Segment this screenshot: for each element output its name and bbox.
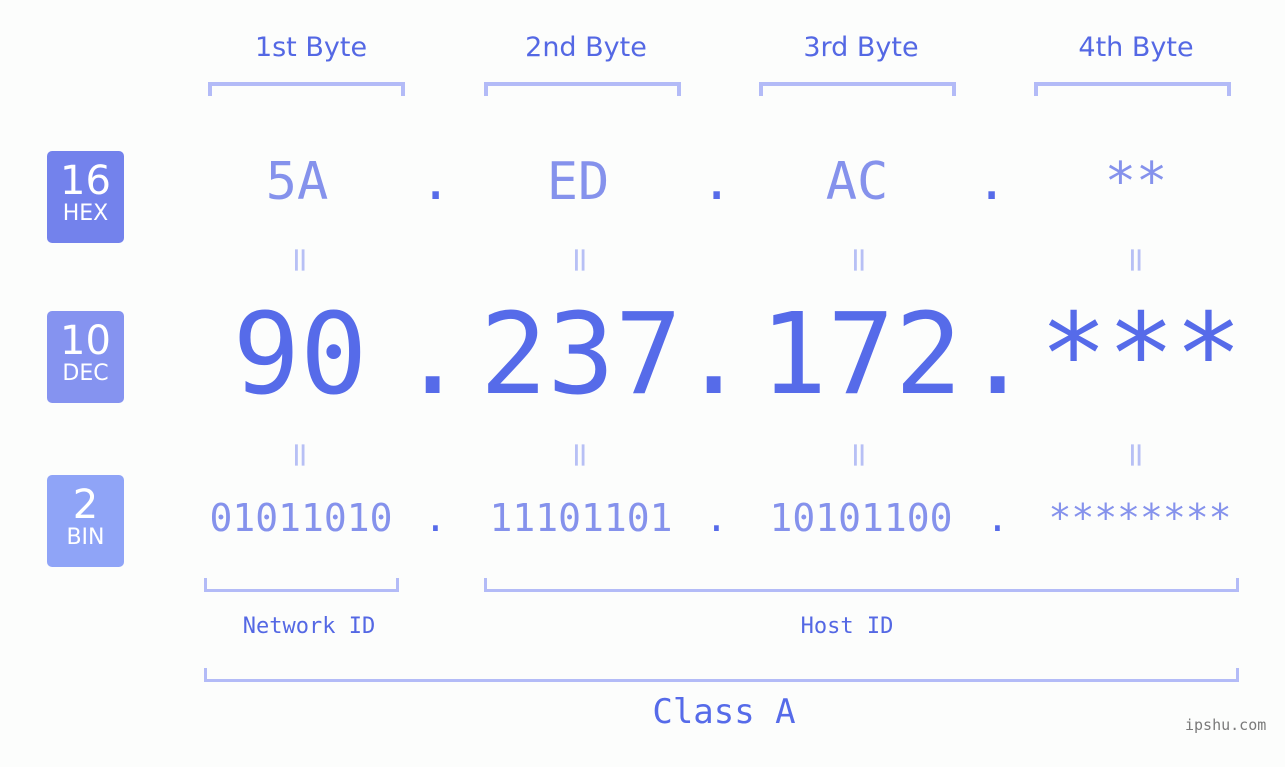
bin-badge: 2 BIN [47, 475, 124, 567]
bin-badge-unit: BIN [66, 525, 105, 550]
dec-separator-2: . [680, 290, 748, 420]
dec-badge-base: 10 [60, 318, 111, 364]
dec-byte-1: 90 [232, 290, 368, 420]
class-bracket [204, 668, 1239, 682]
bin-separator-3: . [986, 496, 1009, 540]
dec-byte-3: 172 [759, 290, 963, 420]
hex-byte-3: AC [825, 152, 889, 212]
equals-icon: = [1116, 245, 1156, 275]
byte-header-3: 3rd Byte [803, 32, 919, 63]
bin-badge-base: 2 [72, 482, 99, 528]
bin-byte-2: 11101101 [489, 496, 673, 540]
hex-separator-1: . [420, 152, 452, 212]
dec-byte-2: 237 [479, 290, 683, 420]
bin-separator-2: . [705, 496, 728, 540]
dec-separator-1: . [399, 290, 467, 420]
byte-header-4: 4th Byte [1078, 32, 1194, 63]
bin-separator-1: . [424, 496, 447, 540]
hex-badge-base: 16 [60, 158, 111, 204]
class-label: Class A [652, 692, 796, 732]
byte-bracket-2 [484, 82, 681, 96]
host-id-bracket [484, 578, 1239, 592]
dec-separator-3: . [964, 290, 1032, 420]
dec-byte-4: *** [1039, 290, 1243, 420]
watermark: ipshu.com [1185, 716, 1267, 734]
network-id-bracket [204, 578, 399, 592]
dec-badge-unit: DEC [62, 361, 109, 386]
byte-header-1: 1st Byte [254, 32, 368, 63]
hex-byte-2: ED [546, 152, 610, 212]
equals-icon: = [1116, 440, 1156, 470]
hex-byte-4: ** [1104, 152, 1168, 212]
bin-byte-3: 10101100 [769, 496, 953, 540]
equals-icon: = [560, 245, 600, 275]
hex-badge: 16 HEX [47, 151, 124, 243]
hex-byte-1: 5A [265, 152, 329, 212]
dec-badge: 10 DEC [47, 311, 124, 403]
equals-icon: = [560, 440, 600, 470]
hex-separator-3: . [976, 152, 1008, 212]
network-id-label: Network ID [242, 614, 376, 639]
hex-separator-2: . [701, 152, 733, 212]
host-id-label: Host ID [800, 614, 894, 639]
bin-byte-4: ******** [1048, 496, 1232, 540]
hex-badge-unit: HEX [62, 201, 109, 226]
byte-bracket-3 [759, 82, 956, 96]
byte-bracket-4 [1034, 82, 1231, 96]
equals-icon: = [839, 245, 879, 275]
bin-byte-1: 01011010 [209, 496, 393, 540]
equals-icon: = [280, 245, 320, 275]
equals-icon: = [280, 440, 320, 470]
equals-icon: = [839, 440, 879, 470]
byte-bracket-1 [208, 82, 405, 96]
byte-header-2: 2nd Byte [525, 32, 647, 63]
